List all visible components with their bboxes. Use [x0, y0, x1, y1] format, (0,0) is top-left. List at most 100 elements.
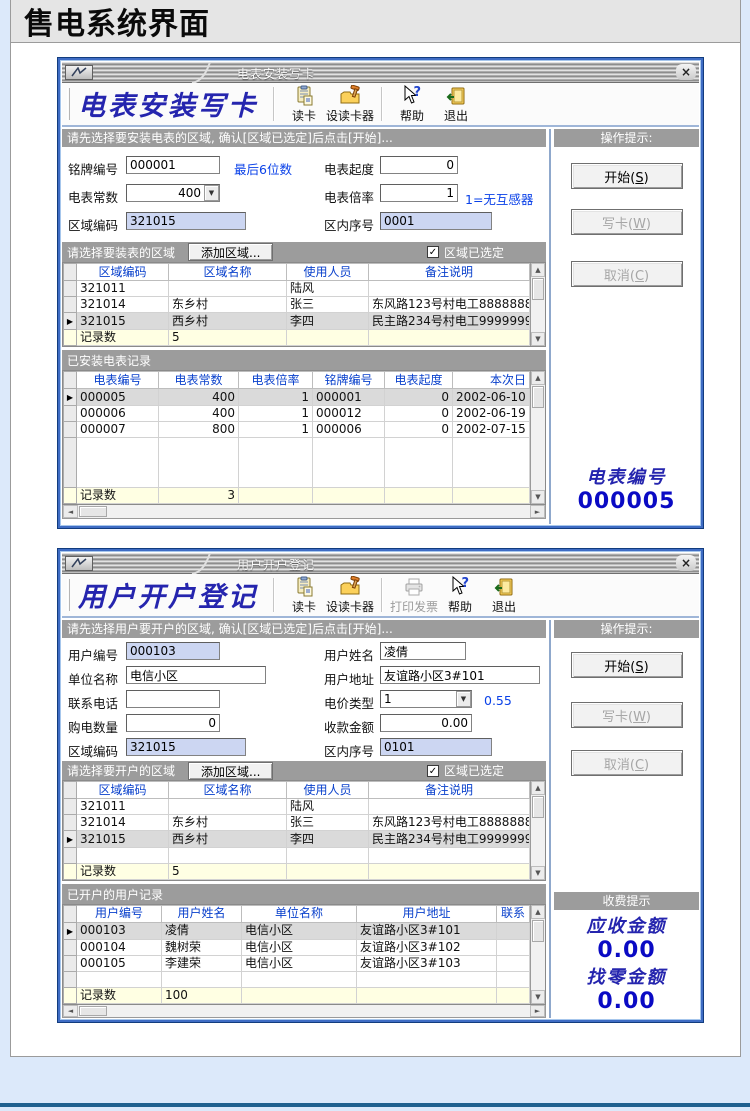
horizontal-scrollbar[interactable]: ◄ ►: [62, 505, 546, 519]
read-card-label: 读卡: [292, 107, 316, 124]
area-code-input[interactable]: [126, 212, 246, 230]
serial-input[interactable]: [380, 212, 492, 230]
table-row-selected[interactable]: ▶ 000005 400 1 000001 0 2002-06-10: [64, 389, 530, 406]
exit-label: 退出: [492, 598, 516, 615]
scroll-right-button[interactable]: ►: [530, 1005, 545, 1017]
horizontal-scrollbar[interactable]: ◄ ►: [62, 1005, 546, 1018]
table-footer-row: 记录数 3: [64, 488, 530, 504]
vertical-scrollbar[interactable]: ▲ ▼: [530, 371, 545, 504]
cell: [169, 799, 287, 815]
unit-input[interactable]: [126, 666, 266, 684]
set-reader-button[interactable]: 设读卡器: [326, 84, 374, 125]
table-row[interactable]: 321014 东乡村 张三 东风路123号村电工88888888: [64, 297, 530, 313]
start-button[interactable]: 开始(S): [571, 652, 683, 678]
scroll-track[interactable]: [531, 301, 545, 332]
scroll-right-button[interactable]: ►: [530, 505, 545, 518]
scroll-down-button[interactable]: ▼: [531, 990, 545, 1004]
exit-button[interactable]: 退出: [482, 575, 526, 616]
dropdown-button[interactable]: ▼: [204, 185, 219, 201]
scroll-up-button[interactable]: ▲: [531, 263, 545, 277]
print-invoice-button[interactable]: 打印发票: [390, 575, 438, 616]
cell: 友谊路小区3#103: [357, 955, 497, 971]
set-reader-button[interactable]: 设读卡器: [326, 575, 374, 616]
scroll-thumb[interactable]: [532, 278, 544, 300]
scroll-up-button[interactable]: ▲: [531, 371, 545, 385]
vertical-scrollbar[interactable]: ▲ ▼: [530, 905, 545, 1004]
cancel-button[interactable]: 取消(C): [571, 261, 683, 287]
nameplate-input[interactable]: [126, 156, 220, 174]
user-no-input[interactable]: [126, 642, 220, 660]
write-card-button[interactable]: 写卡(W): [571, 702, 683, 728]
scroll-thumb[interactable]: [79, 506, 107, 517]
scroll-down-button[interactable]: ▼: [531, 332, 545, 346]
read-card-button[interactable]: 读卡: [282, 84, 326, 125]
read-card-button[interactable]: 读卡: [282, 575, 326, 616]
row-header-cell: [64, 971, 77, 987]
help-button[interactable]: ? 帮助: [438, 575, 482, 616]
table-row[interactable]: 000006 400 1 000012 0 2002-06-19: [64, 406, 530, 422]
table-row[interactable]: 321014 东乡村 张三 东风路123号村电工88888888: [64, 815, 530, 831]
dropdown-button[interactable]: ▼: [456, 691, 471, 707]
table-row[interactable]: 000105 李建荣 电信小区 友谊路小区3#103: [64, 955, 530, 971]
serial-input[interactable]: [380, 738, 492, 756]
scroll-left-icon: ◄: [68, 508, 73, 516]
amount-input[interactable]: [380, 714, 472, 732]
qty-input[interactable]: [126, 714, 220, 732]
scroll-thumb[interactable]: [532, 920, 544, 942]
start-button[interactable]: 开始(S): [571, 163, 683, 189]
cell: [453, 488, 530, 504]
close-button[interactable]: ×: [676, 64, 696, 80]
scroll-up-button[interactable]: ▲: [531, 905, 545, 919]
addr-input[interactable]: [380, 666, 540, 684]
area-section-bar: 请选择要装表的区域 添加区域... ✓ 区域已选定: [62, 242, 546, 262]
scroll-thumb[interactable]: [532, 796, 544, 818]
area-code-input[interactable]: [126, 738, 246, 756]
checkbox-check-icon: ✓: [427, 765, 439, 777]
scroll-down-button[interactable]: ▼: [531, 866, 545, 880]
scroll-track[interactable]: [108, 1005, 530, 1017]
table-row[interactable]: 000104 魏树荣 电信小区 友谊路小区3#102: [64, 939, 530, 955]
table-row[interactable]: 321011 陆风: [64, 799, 530, 815]
scroll-left-button[interactable]: ◄: [63, 1005, 78, 1017]
scroll-track[interactable]: [531, 819, 545, 866]
exit-icon: [445, 85, 467, 107]
record-count-label: 记录数: [77, 864, 169, 880]
cell: [239, 488, 313, 504]
table-row-selected[interactable]: ▶ 321015 西乡村 李四 民主路234号村电工99999999: [64, 831, 530, 848]
vertical-scrollbar[interactable]: ▲ ▼: [530, 781, 545, 880]
add-area-button[interactable]: 添加区域...: [188, 243, 273, 261]
cell: 000006: [77, 406, 159, 422]
phone-input[interactable]: [126, 690, 220, 708]
scroll-down-button[interactable]: ▼: [531, 490, 545, 504]
cell: 000007: [77, 422, 159, 438]
window-titlebar[interactable]: 用户开户登记 ×: [62, 553, 699, 574]
table-row[interactable]: 321011 陆风: [64, 281, 530, 297]
scroll-track[interactable]: [531, 943, 545, 990]
window-titlebar[interactable]: 电表安装写卡 ×: [62, 62, 699, 83]
area-selected-checkbox[interactable]: ✓ 区域已选定: [427, 244, 504, 261]
table-row[interactable]: 000007 800 1 000006 0 2002-07-15: [64, 422, 530, 438]
help-button[interactable]: ? 帮助: [390, 84, 434, 125]
user-name-input[interactable]: [380, 642, 466, 660]
exit-button[interactable]: 退出: [434, 84, 478, 125]
scroll-left-button[interactable]: ◄: [63, 505, 78, 518]
scroll-track[interactable]: [531, 409, 545, 490]
write-card-button[interactable]: 写卡(W): [571, 209, 683, 235]
cell: 陆风: [287, 281, 369, 297]
cancel-button[interactable]: 取消(C): [571, 750, 683, 776]
table-row-selected[interactable]: ▶ 321015 西乡村 李四 民主路234号村电工99999999: [64, 313, 530, 330]
nameplate-note: 最后6位数: [234, 159, 292, 178]
exit-icon: [493, 576, 515, 598]
meter-start-input[interactable]: [380, 156, 458, 174]
scroll-track[interactable]: [108, 505, 530, 518]
scroll-up-button[interactable]: ▲: [531, 781, 545, 795]
close-button[interactable]: ×: [676, 555, 696, 571]
scroll-thumb[interactable]: [532, 386, 544, 408]
vertical-scrollbar[interactable]: ▲ ▼: [530, 263, 545, 346]
table-row-selected[interactable]: ▶ 000103 凌倩 电信小区 友谊路小区3#101: [64, 922, 530, 939]
scroll-thumb[interactable]: [79, 1006, 107, 1016]
add-area-button[interactable]: 添加区域...: [188, 762, 273, 780]
area-selected-checkbox[interactable]: ✓ 区域已选定: [427, 762, 504, 779]
meter-ratio-input[interactable]: [380, 184, 458, 202]
cell: 电信小区: [242, 922, 357, 939]
